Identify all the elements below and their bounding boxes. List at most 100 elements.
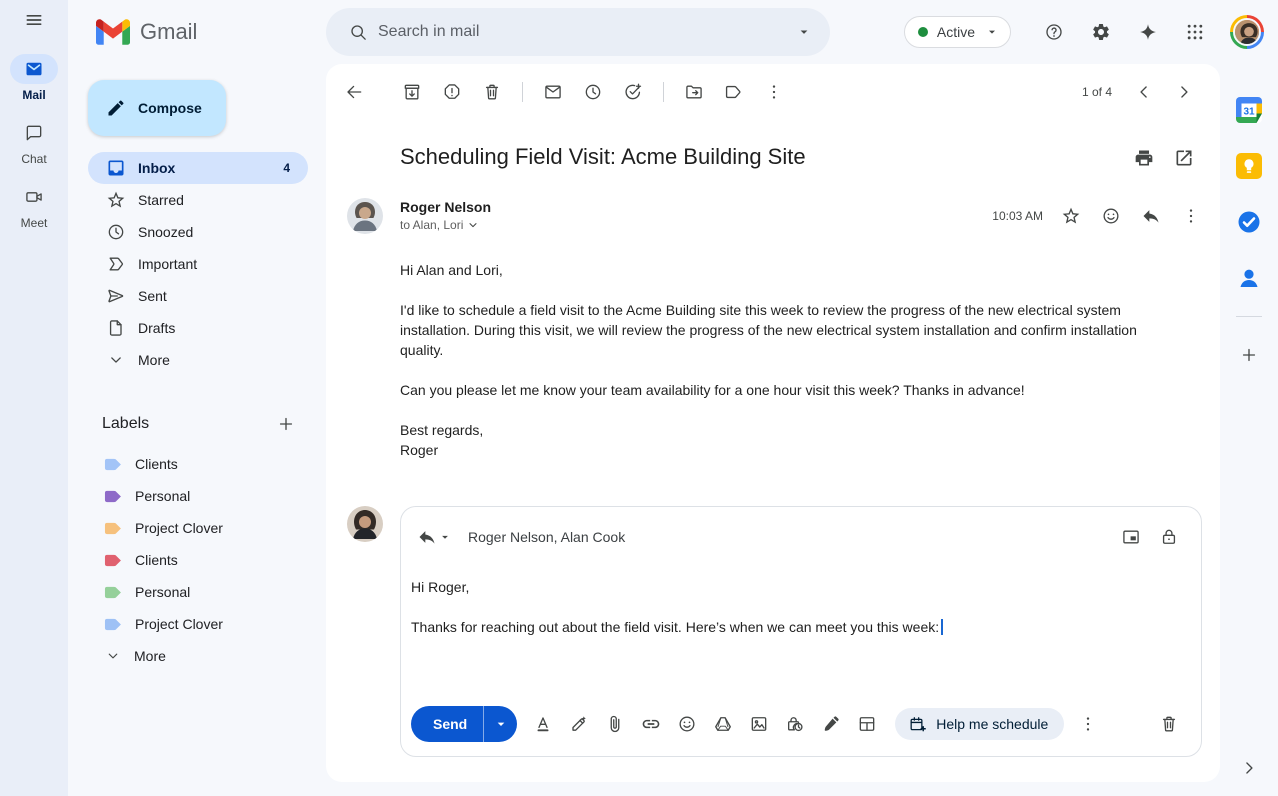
label-item[interactable]: Project Clover [88, 608, 308, 640]
tasks-panel-button[interactable] [1229, 202, 1269, 242]
mark-unread-button[interactable] [533, 72, 573, 112]
label-item[interactable]: Project Clover [88, 512, 308, 544]
compose-more-button[interactable] [1070, 706, 1106, 742]
insert-link-button[interactable] [633, 706, 669, 742]
back-button[interactable] [334, 72, 374, 112]
sidebar-item-more[interactable]: More [88, 344, 308, 376]
confidential-lock-button[interactable] [1151, 519, 1187, 555]
insert-signature-button[interactable] [813, 706, 849, 742]
formatting-options-button[interactable] [525, 706, 561, 742]
important-icon [106, 254, 126, 274]
help-me-schedule-button[interactable]: Help me schedule [895, 708, 1064, 740]
apps-grid-icon [1185, 22, 1205, 42]
message-more-button[interactable] [1171, 196, 1211, 236]
reply-button[interactable] [1131, 196, 1171, 236]
label-item[interactable]: Clients [88, 544, 308, 576]
sender-avatar[interactable] [347, 198, 383, 234]
open-in-new-button[interactable] [1164, 138, 1204, 178]
more-options-button[interactable] [754, 72, 794, 112]
move-to-button[interactable] [674, 72, 714, 112]
label-tag-icon [104, 458, 123, 471]
attach-file-button[interactable] [597, 706, 633, 742]
star-message-button[interactable] [1051, 196, 1091, 236]
search-button[interactable] [338, 12, 378, 52]
settings-button[interactable] [1081, 12, 1121, 52]
rail-item-meet[interactable]: Meet [10, 182, 58, 230]
layouts-button[interactable] [849, 706, 885, 742]
picture-in-picture-icon [1121, 527, 1141, 547]
search-options-button[interactable] [784, 12, 824, 52]
add-to-tasks-button[interactable] [613, 72, 653, 112]
sidebar-item-inbox[interactable]: Inbox 4 [88, 152, 308, 184]
newer-button[interactable] [1124, 72, 1164, 112]
main-menu-button[interactable] [0, 0, 68, 40]
reply-type-selector[interactable] [413, 523, 456, 551]
label-item[interactable]: Personal [88, 576, 308, 608]
delete-button[interactable] [472, 72, 512, 112]
sidebar-item-starred[interactable]: Starred [88, 184, 308, 216]
status-selector[interactable]: Active [904, 16, 1011, 48]
rail-item-mail[interactable]: Mail [10, 54, 58, 102]
keep-panel-button[interactable] [1229, 146, 1269, 186]
mail-view: 1 of 4 Scheduling Field Visit: Acme Buil… [326, 64, 1220, 796]
reply-line: Thanks for reaching out about the field … [411, 617, 1185, 637]
search-bar[interactable] [326, 8, 830, 56]
label-name: Project Clover [135, 616, 223, 632]
label-tag-icon [104, 618, 123, 631]
rail-label: Chat [21, 152, 46, 166]
help-me-write-button[interactable] [561, 706, 597, 742]
label-tag-icon [104, 490, 123, 503]
labels-button[interactable] [714, 72, 754, 112]
gemini-button[interactable] [1128, 12, 1168, 52]
google-calendar-icon: 31 [1236, 97, 1262, 123]
plus-icon [276, 414, 296, 434]
insert-from-drive-button[interactable] [705, 706, 741, 742]
emoji-reaction-button[interactable] [1091, 196, 1131, 236]
get-addons-button[interactable] [1229, 335, 1269, 375]
inbox-icon [106, 158, 126, 178]
label-item[interactable]: Clients [88, 448, 308, 480]
print-button[interactable] [1124, 138, 1164, 178]
insert-emoji-button[interactable] [669, 706, 705, 742]
calendar-panel-button[interactable]: 31 [1229, 90, 1269, 130]
account-avatar[interactable] [1230, 15, 1264, 49]
sidebar-item-drafts[interactable]: Drafts [88, 312, 308, 344]
rail-item-chat[interactable]: Chat [10, 118, 58, 166]
create-label-button[interactable] [268, 406, 304, 442]
recipients-toggle[interactable]: to Alan, Lori [400, 217, 491, 233]
report-spam-icon [442, 82, 462, 102]
support-button[interactable] [1034, 12, 1074, 52]
discard-draft-button[interactable] [1151, 706, 1187, 742]
send-button[interactable]: Send [411, 716, 483, 732]
pop-out-button[interactable] [1113, 519, 1149, 555]
snooze-button[interactable] [573, 72, 613, 112]
show-side-panel-button[interactable] [1229, 748, 1269, 788]
sidebar-item-sent[interactable]: Sent [88, 280, 308, 312]
status-label: Active [937, 24, 975, 40]
archive-button[interactable] [392, 72, 432, 112]
google-apps-button[interactable] [1175, 12, 1215, 52]
sidebar-item-important[interactable]: Important [88, 248, 308, 280]
reply-body-editor[interactable]: Hi Roger, Thanks for reaching out about … [401, 555, 1201, 637]
report-spam-button[interactable] [432, 72, 472, 112]
subject-row: Scheduling Field Visit: Acme Building Si… [326, 120, 1220, 182]
label-name: Personal [135, 488, 190, 504]
body-paragraph: Best regards, [400, 420, 1160, 440]
paperclip-icon [605, 714, 625, 734]
label-item[interactable]: Personal [88, 480, 308, 512]
folder-move-icon [684, 82, 704, 102]
contacts-panel-button[interactable] [1229, 258, 1269, 298]
reply-recipients[interactable]: Roger Nelson, Alan Cook [468, 529, 625, 545]
compose-button[interactable]: Compose [88, 80, 226, 136]
caret-down-icon [795, 23, 813, 41]
open-in-new-icon [1174, 148, 1194, 168]
confidential-mode-button[interactable] [777, 706, 813, 742]
labels-more-label: More [134, 648, 166, 664]
labels-more[interactable]: More [88, 640, 308, 672]
search-input[interactable] [378, 23, 784, 41]
send-options-button[interactable] [483, 706, 517, 742]
insert-photo-button[interactable] [741, 706, 777, 742]
older-button[interactable] [1164, 72, 1204, 112]
pen-sparkle-icon [569, 714, 589, 734]
sidebar-item-snoozed[interactable]: Snoozed [88, 216, 308, 248]
